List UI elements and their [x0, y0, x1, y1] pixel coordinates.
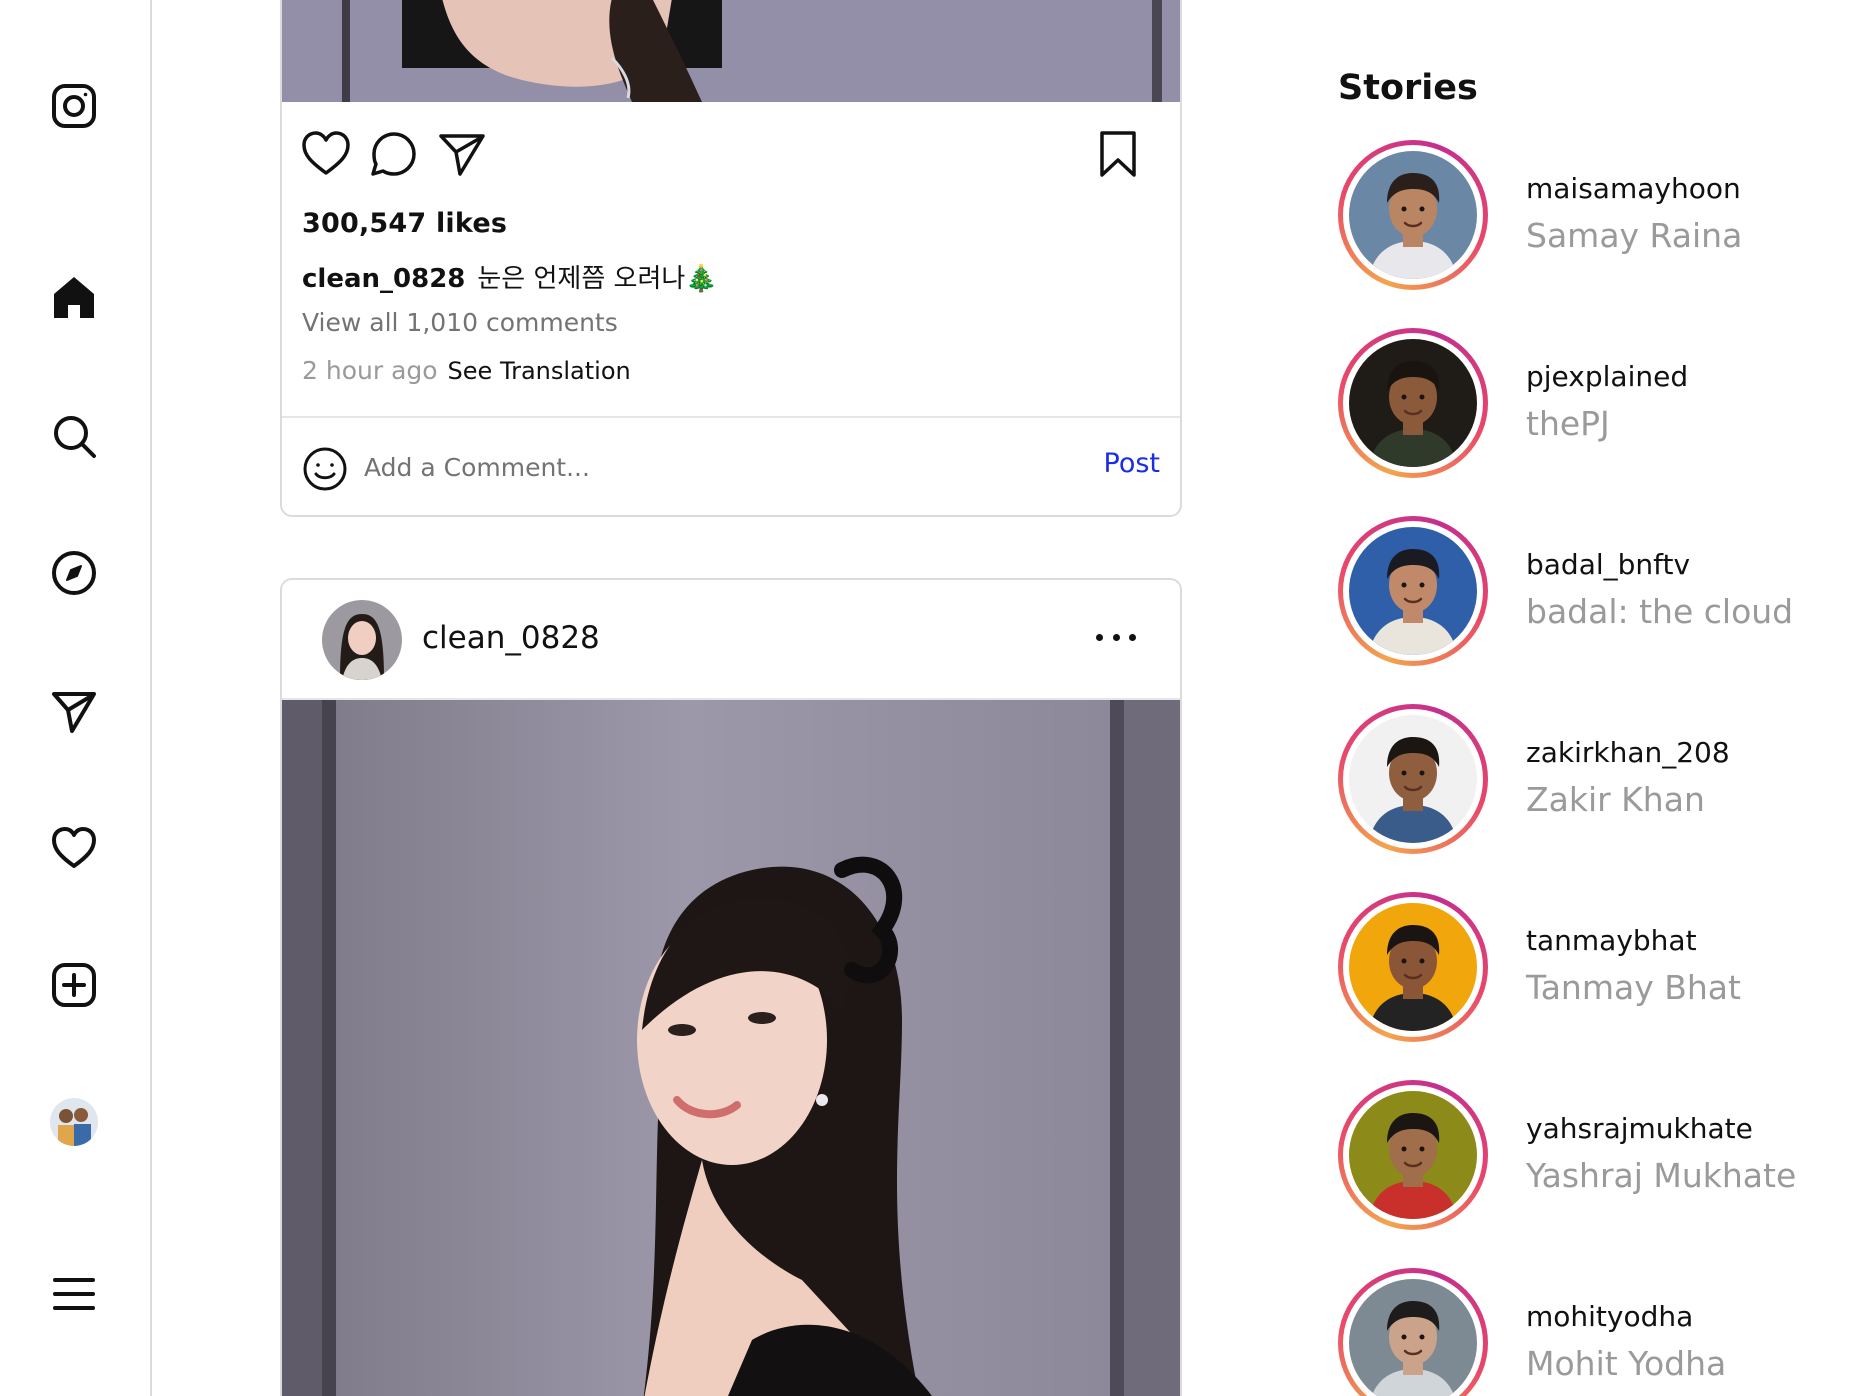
story-username: yahsrajmukhate [1526, 1112, 1753, 1145]
see-translation-link[interactable]: See Translation [448, 357, 631, 385]
menu-icon[interactable] [50, 1270, 98, 1318]
story-ring [1338, 1080, 1488, 1230]
instagram-logo-icon[interactable] [50, 82, 98, 130]
caption-text: 눈은 언제쯤 오려나🎄 [477, 264, 718, 294]
post-photo[interactable] [282, 0, 1180, 102]
story-avatar[interactable] [1349, 1279, 1477, 1396]
profile-avatar[interactable] [50, 1098, 98, 1146]
comment-bubble-icon[interactable] [368, 128, 420, 180]
stories-heading: Stories [1338, 68, 1478, 108]
like-heart-icon[interactable] [300, 128, 352, 180]
story-item[interactable]: tanmaybhat Tanmay Bhat [1338, 892, 1858, 1042]
post-timestamp: 2 hour ago [302, 356, 438, 385]
story-display-name: Samay Raina [1526, 216, 1743, 255]
story-username: tanmaybhat [1526, 924, 1697, 957]
feed-post: clean_0828 [280, 578, 1182, 1396]
story-username: mohityodha [1526, 1300, 1694, 1333]
story-avatar[interactable] [1349, 903, 1477, 1031]
instagram-app: 300,547 likes clean_0828 눈은 언제쯤 오려나🎄 View… [0, 0, 1872, 1396]
story-avatar[interactable] [1349, 527, 1477, 655]
add-comment-bar: Post [282, 416, 1180, 517]
story-username: badal_bnftv [1526, 548, 1691, 581]
home-icon[interactable] [50, 274, 98, 322]
story-ring [1338, 704, 1488, 854]
post-author-avatar[interactable] [322, 600, 402, 680]
post-header: clean_0828 [282, 580, 1180, 700]
story-avatar[interactable] [1349, 339, 1477, 467]
caption-username[interactable]: clean_0828 [302, 264, 465, 294]
story-item[interactable]: pjexplained thePJ [1338, 328, 1858, 478]
post-meta: 2 hour ago See Translation [302, 356, 631, 385]
story-username: pjexplained [1526, 360, 1689, 393]
share-paper-plane-icon[interactable] [436, 128, 488, 180]
post-photo[interactable] [282, 700, 1180, 1396]
story-display-name: Mohit Yodha [1526, 1344, 1727, 1383]
story-display-name: Zakir Khan [1526, 780, 1705, 819]
story-ring [1338, 892, 1488, 1042]
story-avatar[interactable] [1349, 151, 1477, 279]
story-ring [1338, 140, 1488, 290]
story-ring [1338, 516, 1488, 666]
story-item[interactable]: badal_bnftv badal: the cloud [1338, 516, 1858, 666]
search-icon[interactable] [50, 412, 98, 460]
story-item[interactable]: maisamayhoon Samay Raina [1338, 140, 1858, 290]
feed-post: 300,547 likes clean_0828 눈은 언제쯤 오려나🎄 View… [280, 0, 1182, 517]
post-author-username[interactable]: clean_0828 [422, 620, 600, 656]
post-comment-button[interactable]: Post [1104, 448, 1161, 479]
comment-input[interactable] [364, 440, 1064, 494]
story-item[interactable]: zakirkhan_208 Zakir Khan [1338, 704, 1858, 854]
create-post-icon[interactable] [50, 961, 98, 1009]
left-sidebar [0, 0, 152, 1396]
story-avatar[interactable] [1349, 1091, 1477, 1219]
more-options-icon[interactable] [1096, 622, 1136, 652]
story-display-name: Yashraj Mukhate [1526, 1156, 1797, 1195]
story-avatar[interactable] [1349, 715, 1477, 843]
story-ring [1338, 328, 1488, 478]
story-username: zakirkhan_208 [1526, 736, 1730, 769]
story-item[interactable]: mohityodha Mohit Yodha [1338, 1268, 1858, 1396]
story-display-name: Tanmay Bhat [1526, 968, 1741, 1007]
likes-count[interactable]: 300,547 likes [302, 208, 507, 239]
story-display-name: badal: the cloud [1526, 592, 1794, 631]
view-all-comments-link[interactable]: View all 1,010 comments [302, 308, 618, 337]
notifications-heart-icon[interactable] [50, 824, 98, 872]
story-ring [1338, 1268, 1488, 1396]
save-bookmark-icon[interactable] [1092, 128, 1144, 180]
post-action-bar [282, 102, 1180, 202]
post-caption: clean_0828 눈은 언제쯤 오려나🎄 [302, 258, 718, 295]
explore-icon[interactable] [50, 549, 98, 597]
direct-messages-icon[interactable] [50, 687, 98, 735]
story-item[interactable]: yahsrajmukhate Yashraj Mukhate [1338, 1080, 1858, 1230]
story-username: maisamayhoon [1526, 172, 1741, 205]
story-display-name: thePJ [1526, 404, 1610, 443]
emoji-smiley-icon[interactable] [302, 446, 348, 492]
